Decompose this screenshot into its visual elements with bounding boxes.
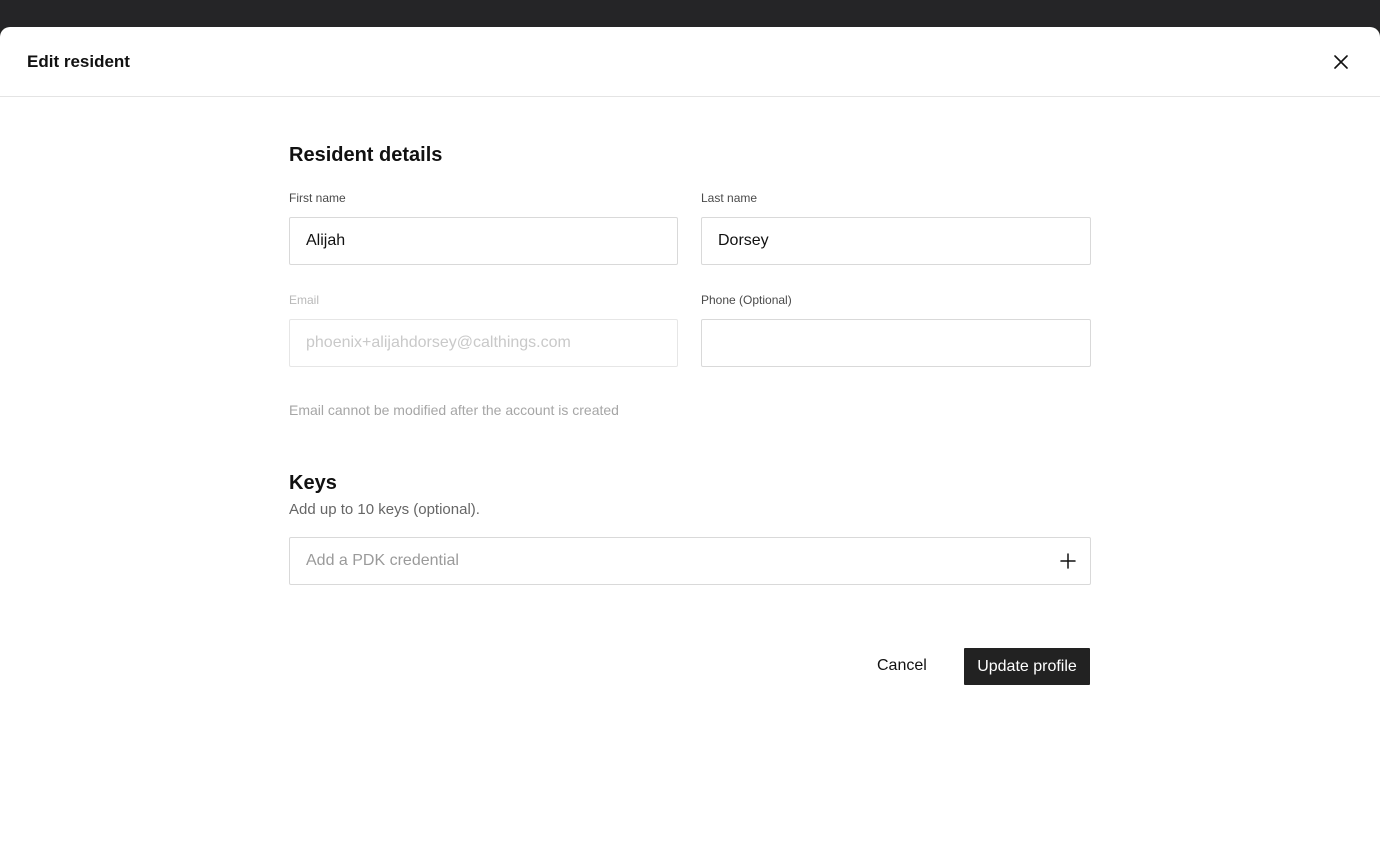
close-icon xyxy=(1334,55,1348,69)
plus-icon xyxy=(1060,553,1076,569)
email-label: Email xyxy=(289,293,320,307)
email-helper-text: Email cannot be modified after the accou… xyxy=(289,402,619,418)
keys-subtitle: Add up to 10 keys (optional). xyxy=(289,501,480,518)
first-name-label: First name xyxy=(289,191,346,205)
keys-title: Keys xyxy=(289,472,337,494)
app-backdrop xyxy=(0,0,1380,28)
add-key-button[interactable] xyxy=(1056,549,1080,573)
last-name-input[interactable] xyxy=(701,217,1091,265)
close-button[interactable] xyxy=(1328,49,1354,75)
phone-label: Phone (Optional) xyxy=(701,293,792,307)
pdk-credential-field xyxy=(289,537,1091,585)
phone-input[interactable] xyxy=(701,319,1091,367)
pdk-credential-input[interactable] xyxy=(290,538,1062,584)
cancel-button[interactable]: Cancel xyxy=(864,648,940,684)
email-input xyxy=(289,319,678,367)
modal-title: Edit resident xyxy=(27,52,130,71)
edit-resident-modal: Edit resident Resident details First nam… xyxy=(0,27,1380,862)
last-name-label: Last name xyxy=(701,191,758,205)
modal-header: Edit resident xyxy=(0,27,1380,97)
resident-details-title: Resident details xyxy=(289,144,443,166)
first-name-input[interactable] xyxy=(289,217,678,265)
update-profile-button[interactable]: Update profile xyxy=(964,648,1090,685)
